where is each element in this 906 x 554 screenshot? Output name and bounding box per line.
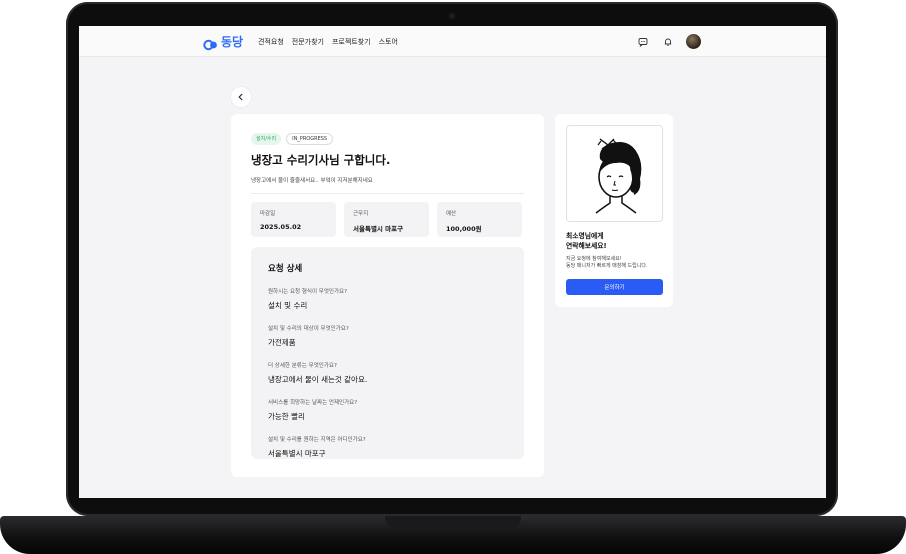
nav-link-projects[interactable]: 프로젝트찾기: [332, 37, 371, 47]
camera: [449, 13, 455, 19]
nav-link-quote[interactable]: 견적요청: [258, 37, 284, 47]
budget-label: 예산: [446, 211, 457, 217]
detail-item: 원하시는 요청 형식이 무엇인가요? 설치 및 수리: [268, 287, 507, 311]
nav-link-experts[interactable]: 전문가찾기: [292, 37, 324, 47]
divider: [251, 193, 524, 194]
back-button[interactable]: [231, 87, 251, 107]
budget-value: 100,000원: [446, 225, 482, 233]
contact-subtext: 지금 요청에 참여해보세요! 동당 매니저가 빠르게 매칭해 드립니다.: [566, 256, 670, 271]
contact-card: 최소영님에게 연락해보세요! 지금 요청에 참여해보세요! 동당 매니저가 빠르…: [555, 114, 673, 307]
detail-item: 서비스를 희망하는 날짜는 언제인가요? 가능한 빨리: [268, 398, 507, 422]
tags: 설치/수리 IN_PROGRESS: [251, 133, 334, 145]
top-navigation: 동당 견적요청 전문가찾기 프로젝트찾기 스토어: [79, 26, 826, 57]
logo[interactable]: 동당: [203, 33, 243, 50]
nav-icons: [636, 34, 701, 49]
logo-icon: [203, 36, 218, 50]
laptop-notch: [385, 516, 521, 528]
info-row: 마감일 2025.05.02 근무지 서울특별시 마포구 예산 100,000원: [251, 202, 522, 237]
detail-answer: 설치 및 수리: [268, 301, 308, 310]
page-title: 냉장고 수리기사님 구합니다.: [251, 153, 391, 167]
logo-text: 동당: [221, 35, 244, 49]
detail-question: 원하시는 요청 형식이 무엇인가요?: [268, 289, 348, 295]
contact-headline-line1: 최소영님에게: [566, 232, 604, 240]
location-value: 서울특별시 마포구: [353, 225, 404, 233]
detail-answer: 가능한 빨리: [268, 412, 305, 421]
location-label: 근무지: [353, 211, 369, 217]
category-badge: 설치/수리: [251, 133, 282, 145]
request-description: 냉장고에서 물이 줄줄새서요.. 부엌이 지저분해지네요: [251, 178, 373, 184]
detail-answer: 냉장고에서 물이 새는것 같아요.: [268, 375, 368, 384]
detail-question: 설치 및 수리의 대상이 무엇인가요?: [268, 326, 349, 332]
contact-button[interactable]: 문의하기: [566, 279, 663, 295]
detail-item: 더 상세한 분류는 무엇인가요? 냉장고에서 물이 새는것 같아요.: [268, 361, 507, 385]
budget-box: 예산 100,000원: [437, 202, 522, 237]
nav-link-store[interactable]: 스토어: [379, 37, 398, 47]
request-card: 설치/수리 IN_PROGRESS 냉장고 수리기사님 구합니다. 냉장고에서 …: [231, 114, 544, 477]
detail-item: 설치 및 수리의 대상이 무엇인가요? 가전제품: [268, 324, 507, 348]
detail-question: 설치 및 수리를 원하는 지역은 어디인가요?: [268, 437, 366, 443]
screen: 동당 견적요청 전문가찾기 프로젝트찾기 스토어 설치/수리 IN_PROGRE…: [79, 26, 826, 498]
detail-question: 더 상세한 분류는 무엇인가요?: [268, 363, 337, 369]
detail-question: 서비스를 희망하는 날짜는 언제인가요?: [268, 400, 358, 406]
detail-answer: 가전제품: [268, 338, 296, 347]
contact-headline: 최소영님에게 연락해보세요!: [566, 232, 666, 251]
deadline-label: 마감일: [260, 211, 276, 217]
detail-answer: 서울특별시 마포구: [268, 449, 326, 458]
request-details: 요청 상세 원하시는 요청 형식이 무엇인가요? 설치 및 수리 설치 및 수리…: [251, 247, 524, 459]
profile-illustration: [566, 125, 663, 222]
contact-subtext-line2: 동당 매니저가 빠르게 매칭해 드립니다.: [566, 263, 648, 270]
status-badge: IN_PROGRESS: [286, 133, 334, 145]
chevron-left-icon: [238, 93, 243, 101]
user-avatar[interactable]: [686, 34, 701, 49]
deadline-box: 마감일 2025.05.02: [251, 202, 336, 237]
details-title: 요청 상세: [268, 264, 303, 274]
chat-icon[interactable]: [636, 35, 650, 49]
location-box: 근무지 서울특별시 마포구: [344, 202, 429, 237]
deadline-value: 2025.05.02: [260, 223, 302, 231]
detail-item: 설치 및 수리를 원하는 지역은 어디인가요? 서울특별시 마포구: [268, 435, 507, 459]
person-illustration-icon: [595, 137, 641, 214]
bell-icon[interactable]: [661, 35, 675, 49]
nav-links: 견적요청 전문가찾기 프로젝트찾기 스토어: [258, 37, 398, 47]
contact-headline-line2: 연락해보세요!: [566, 241, 607, 250]
